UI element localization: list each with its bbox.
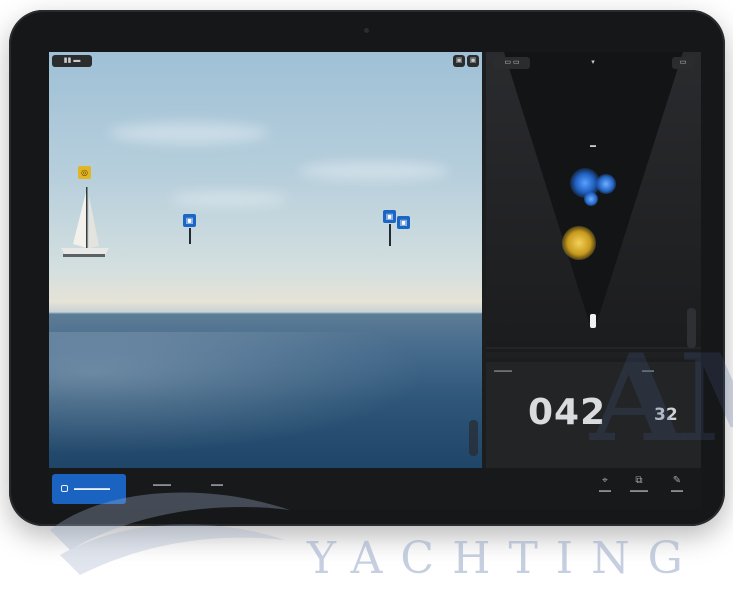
target-buoy-1 bbox=[189, 228, 191, 244]
camera-menu-button[interactable]: ▮▮ ▬ bbox=[52, 55, 92, 67]
pencil-icon: ✎ bbox=[672, 475, 682, 486]
watermark-initials: AMZ bbox=[590, 328, 733, 469]
target-buoy-2 bbox=[389, 224, 391, 246]
watermark-brand-text: YACHTING bbox=[307, 533, 701, 584]
target-marker-2[interactable]: ▣ bbox=[383, 210, 396, 223]
camera-drawer-handle[interactable] bbox=[469, 420, 478, 456]
radar-settings-button[interactable]: ▭ bbox=[672, 57, 694, 69]
watermark-swoosh-logo bbox=[50, 492, 290, 575]
sea-reflection bbox=[49, 332, 482, 468]
front-camera bbox=[364, 28, 369, 33]
tool-layers-label: ▬▬▬ bbox=[630, 488, 648, 494]
crosshair-icon: ⌖ bbox=[602, 475, 608, 486]
radar-mode-button[interactable]: ▭ ▭ bbox=[494, 57, 530, 69]
radar-heading-indicator: ▾ bbox=[591, 59, 595, 66]
camera-control-button-1[interactable]: ▣ bbox=[453, 55, 465, 67]
heading-label: ▬▬▬ bbox=[494, 368, 512, 374]
sailboat-target-marker[interactable]: ◎ bbox=[78, 166, 91, 179]
camera-view[interactable]: ▮▮ ▬ ▣ ▣ ◎ ▣ ▣ ▣ bbox=[49, 52, 482, 468]
radar-target-blip-2[interactable] bbox=[596, 174, 616, 194]
tool-annotate-label: ▬▬ bbox=[671, 488, 683, 494]
camera-control-button-2[interactable]: ▣ bbox=[467, 55, 479, 67]
radar-view[interactable]: ▭ ▭ ▾ ▭ ▬ bbox=[486, 52, 701, 358]
target-marker-1[interactable]: ▣ bbox=[183, 214, 196, 227]
tool-target-button[interactable]: ⌖ ▬▬ bbox=[591, 474, 619, 504]
own-vessel-icon bbox=[590, 314, 596, 328]
radar-target-blip-3[interactable] bbox=[584, 192, 598, 206]
radar-sailboat-blip[interactable] bbox=[562, 226, 596, 260]
radar-range-label: ▬ bbox=[590, 143, 596, 149]
tool-layers-button[interactable]: ⧉ ▬▬▬ bbox=[625, 474, 653, 504]
tool-annotate-button[interactable]: ✎ ▬▬ bbox=[663, 474, 691, 504]
sailboat-illustration bbox=[61, 187, 109, 257]
tool-target-label: ▬▬ bbox=[599, 488, 611, 494]
target-marker-3[interactable]: ▣ bbox=[397, 216, 410, 229]
layers-icon: ⧉ bbox=[635, 475, 643, 486]
